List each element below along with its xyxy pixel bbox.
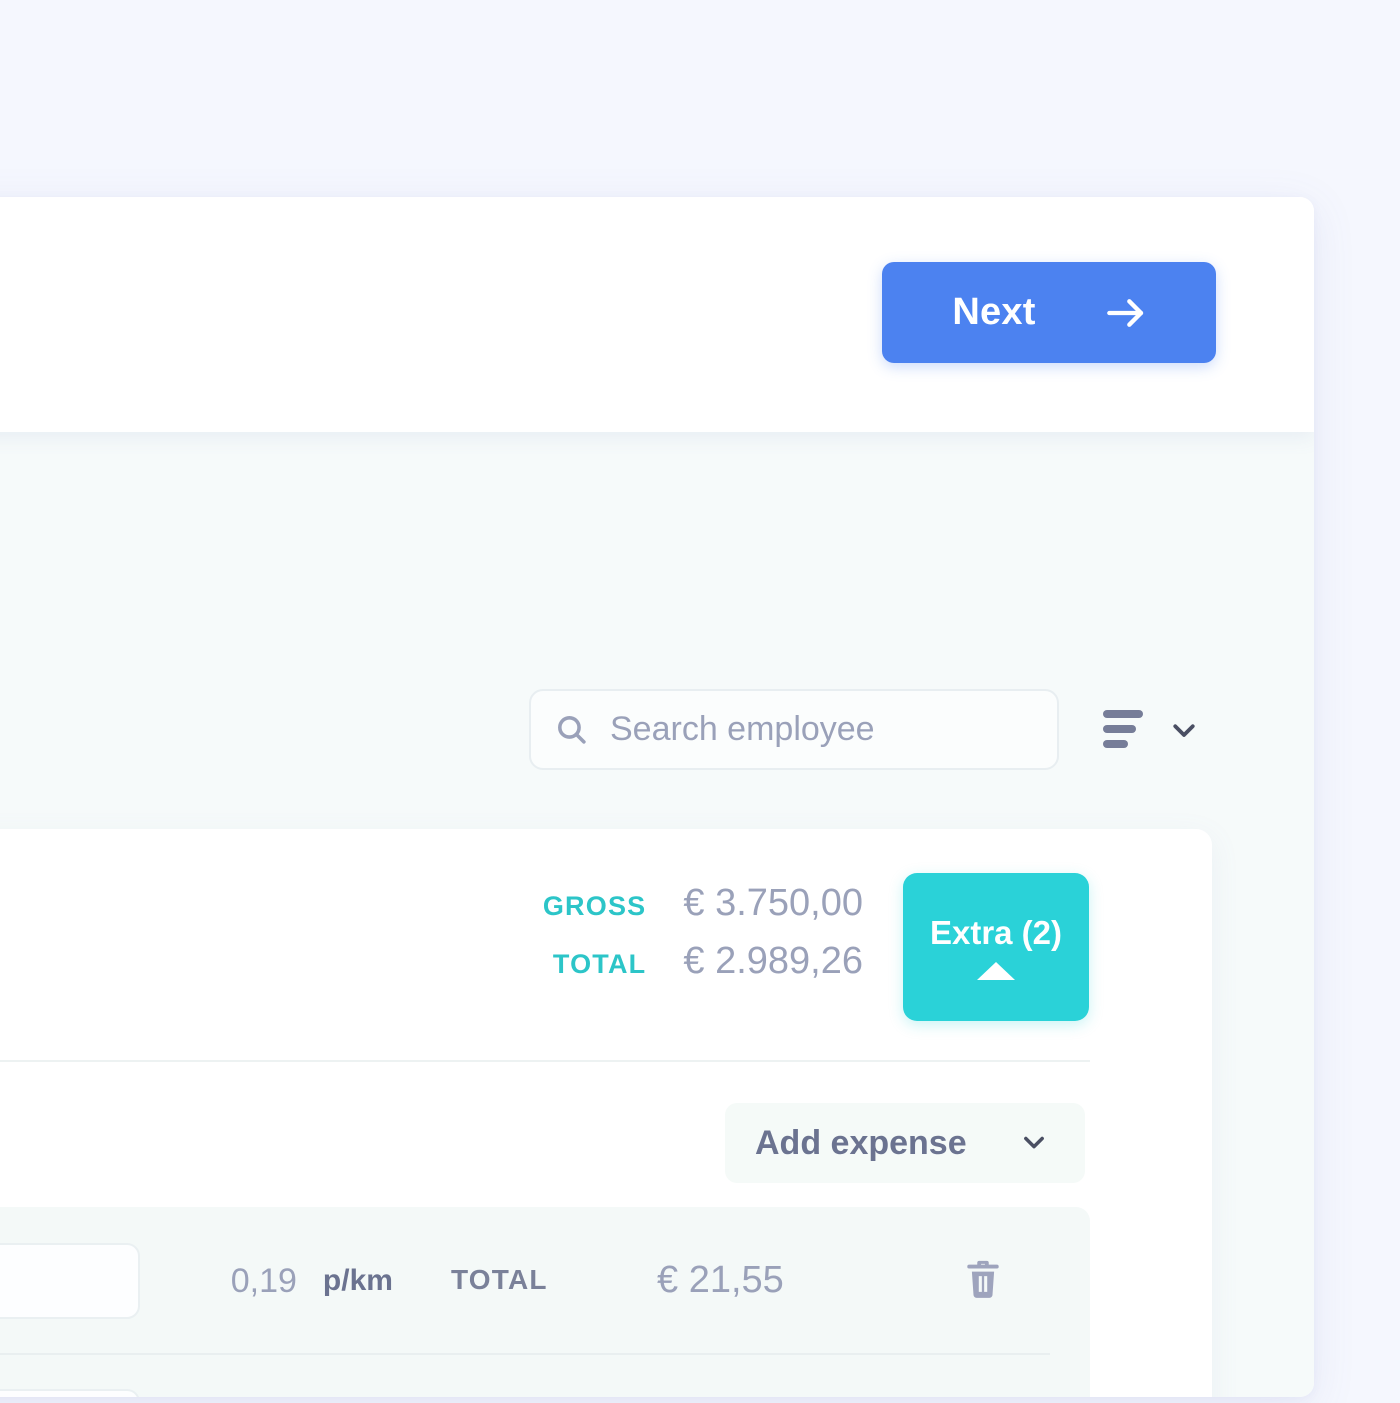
sort-bar-2: [1103, 725, 1136, 733]
rate-field[interactable]: € p/u: [0, 1389, 140, 1397]
rate-unit: p/km: [322, 1264, 393, 1297]
expense-row: € p/km TOTAL € 21,55: [0, 1207, 1090, 1353]
add-expense-dropdown[interactable]: Add expense: [725, 1103, 1085, 1183]
add-expense-label: Add expense: [755, 1123, 967, 1162]
next-button[interactable]: Next: [882, 262, 1216, 363]
content-area: GROSS € 3.750,00 TOTAL € 2.989,26 Extra …: [0, 432, 1314, 1397]
totals-block: GROSS € 3.750,00 TOTAL € 2.989,26: [493, 882, 863, 998]
employee-card: GROSS € 3.750,00 TOTAL € 2.989,26 Extra …: [0, 829, 1212, 1397]
search-input[interactable]: [610, 710, 1033, 749]
app-header: Next: [0, 197, 1314, 432]
app-window: Next Search employee GROSS € 3.750,00 TO…: [0, 197, 1314, 1397]
row-total-label: TOTAL: [451, 1264, 548, 1295]
expense-row: € p/u TOTAL € 21,55: [0, 1353, 1090, 1397]
expense-rows-block: € p/km TOTAL € 21,55 €: [0, 1207, 1090, 1397]
extra-button-label: Extra (2): [929, 914, 1063, 951]
total-value: € 2.989,26: [683, 940, 863, 982]
triangle-up-icon: [977, 962, 1015, 980]
sort-chevron-down-icon[interactable]: [1162, 713, 1206, 747]
extra-button[interactable]: Extra (2): [903, 873, 1089, 1021]
next-button-label: Next: [952, 291, 1036, 333]
rate-field[interactable]: € p/km: [0, 1243, 393, 1319]
trash-icon[interactable]: [958, 1254, 1008, 1306]
totals-row-total: TOTAL € 2.989,26: [493, 940, 863, 998]
arrow-right-icon: [1106, 298, 1146, 328]
chevron-down-icon: [1015, 1128, 1053, 1159]
sort-bar-1: [1103, 710, 1143, 718]
row-total-value: € 21,55: [657, 1258, 784, 1301]
search-icon: [555, 713, 588, 746]
total-label: TOTAL: [552, 949, 647, 979]
gross-value: € 3.750,00: [683, 882, 863, 924]
search-box[interactable]: [529, 689, 1059, 770]
gross-label: GROSS: [542, 891, 647, 921]
sort-lines-icon[interactable]: [1103, 710, 1145, 750]
totals-row-gross: GROSS € 3.750,00: [493, 882, 863, 940]
rate-input[interactable]: [0, 1261, 297, 1301]
card-divider: [0, 1060, 1090, 1062]
sort-bar-3: [1103, 740, 1128, 748]
